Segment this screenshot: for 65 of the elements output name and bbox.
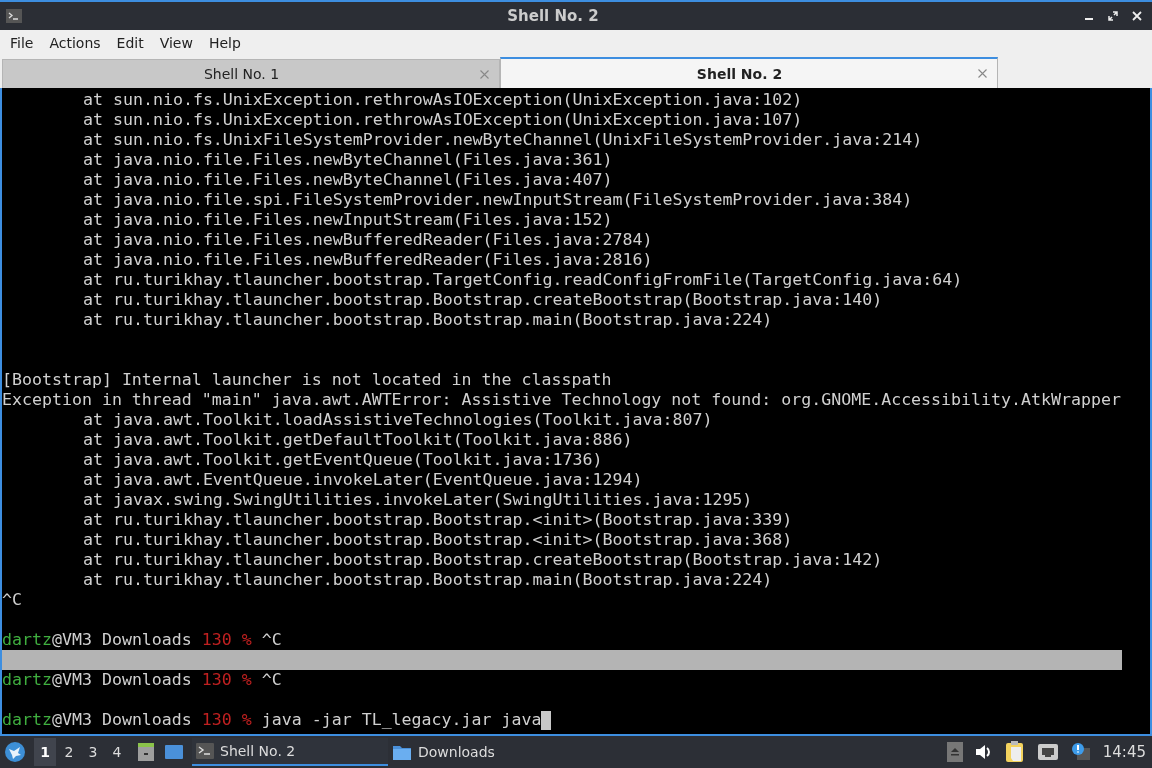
desktop-switch[interactable]: 1 [34,738,56,766]
command-text: ^C [261,670,282,690]
output-line: at java.awt.Toolkit.getEventQueue(Toolkit.java:1736) [83,450,603,470]
clock: 14:45 [1102,743,1146,761]
desktop-icon[interactable] [164,743,184,761]
output-line: at java.nio.file.Files.newBufferedReader(Files.java:2784) [83,230,653,250]
text-cursor [541,710,552,730]
prompt-status: 130 % [201,670,252,690]
output-line: at java.awt.Toolkit.loadAssistiveTechnologies(Toolkit.java:807) [83,410,713,430]
output-line: [Bootstrap] Internal launcher is not located in the classpath [2,370,612,390]
output-line: Exception in thread "main" java.awt.AWTError: Assistive Technology not found: org.GNOME.Accessibility.AtkWrapper [2,390,1121,410]
menu-item[interactable]: View [151,32,201,54]
terminal-icon [196,743,214,759]
prompt-host: @VM3 Downloads [51,630,192,650]
output-line: at javax.swing.SwingUtilities.invokeLater(SwingUtilities.java:1295) [83,490,753,510]
output-line: at java.awt.EventQueue.invokeLater(EventQueue.java:1294) [83,470,643,490]
prompt-host: @VM3 Downloads [51,710,192,730]
output-line: at java.nio.file.Files.newInputStream(Files.java:152) [83,210,613,230]
bird-logo-icon[interactable] [4,741,26,763]
maximize-icon[interactable] [1108,11,1118,21]
desktop-switch[interactable]: 4 [106,738,128,766]
notification-icon[interactable] [1070,742,1091,762]
menu-item[interactable]: Help [200,32,249,54]
taskbar-button[interactable]: Shell No. 2 [192,738,388,766]
prompt-status: 130 % [201,710,252,730]
output-line: at ru.turikhay.tlauncher.bootstrap.Bootstrap.<init>(Bootstrap.java:339) [83,510,793,530]
output-line: at java.nio.file.Files.newByteChannel(Files.java:361) [83,150,613,170]
volume-icon[interactable] [974,744,993,760]
prompt-host: @VM3 Downloads [51,670,192,690]
command-text: java -jar TL_legacy.jar java [261,710,542,730]
folder-icon [392,743,412,761]
menu-item[interactable]: File [2,32,42,54]
menu-item[interactable]: Actions [41,32,109,54]
output-line: at java.awt.Toolkit.getDefaultToolkit(Toolkit.java:886) [83,430,633,450]
tab[interactable]: Shell No. 2 [500,57,998,88]
terminal-icon [6,9,22,23]
window-title: Shell No. 2 [506,7,600,25]
output-line: at java.nio.file.spi.FileSystemProvider.newInputStream(FileSystemProvider.java:384) [83,190,913,210]
output-line: at sun.nio.fs.UnixException.rethrowAsIOException(UnixException.java:107) [83,110,803,130]
output-line: at sun.nio.fs.UnixException.rethrowAsIOException(UnixException.java:102) [83,90,803,110]
output-line: at ru.turikhay.tlauncher.bootstrap.Bootstrap.main(Bootstrap.java:224) [83,570,773,590]
file-cabinet-icon[interactable] [136,742,156,762]
output-line: at ru.turikhay.tlauncher.bootstrap.Bootstrap.createBootstrap(Bootstrap.java:142) [83,550,883,570]
output-line: at java.nio.file.Files.newByteChannel(Files.java:407) [83,170,613,190]
prompt-status: 130 % [201,630,252,650]
command-text: ^C [261,630,282,650]
desktop-switch[interactable]: 2 [58,738,80,766]
output-line: at java.nio.file.Files.newBufferedReader(Files.java:2816) [83,250,653,270]
desktop-switch[interactable]: 3 [82,738,104,766]
clipboard-icon[interactable] [1004,741,1025,763]
menu-item[interactable]: Edit [108,32,152,54]
eject-icon[interactable] [946,742,963,762]
prompt-user: dartz [2,670,52,690]
tab[interactable]: Shell No. 1 [2,59,500,88]
prompt-user: dartz [2,710,52,730]
output-line: at ru.turikhay.tlauncher.bootstrap.Bootstrap.main(Bootstrap.java:224) [83,310,773,330]
output-line: at ru.turikhay.tlauncher.bootstrap.TargetConfig.readConfigFromFile(TargetConfig.java:64) [83,270,963,290]
output-line: ^C [2,590,22,610]
terminal-area[interactable] [0,88,1152,736]
output-line: at ru.turikhay.tlauncher.bootstrap.Bootstrap.<init>(Bootstrap.java:368) [83,530,793,550]
output-line: at ru.turikhay.tlauncher.bootstrap.Bootstrap.createBootstrap(Bootstrap.java:140) [83,290,883,310]
prompt-user: dartz [2,630,52,650]
output-line: at sun.nio.fs.UnixFileSystemProvider.newByteChannel(UnixFileSystemProvider.java:214) [83,130,923,150]
taskbar-button[interactable]: Downloads [388,738,584,766]
network-port-icon[interactable] [1036,743,1059,761]
